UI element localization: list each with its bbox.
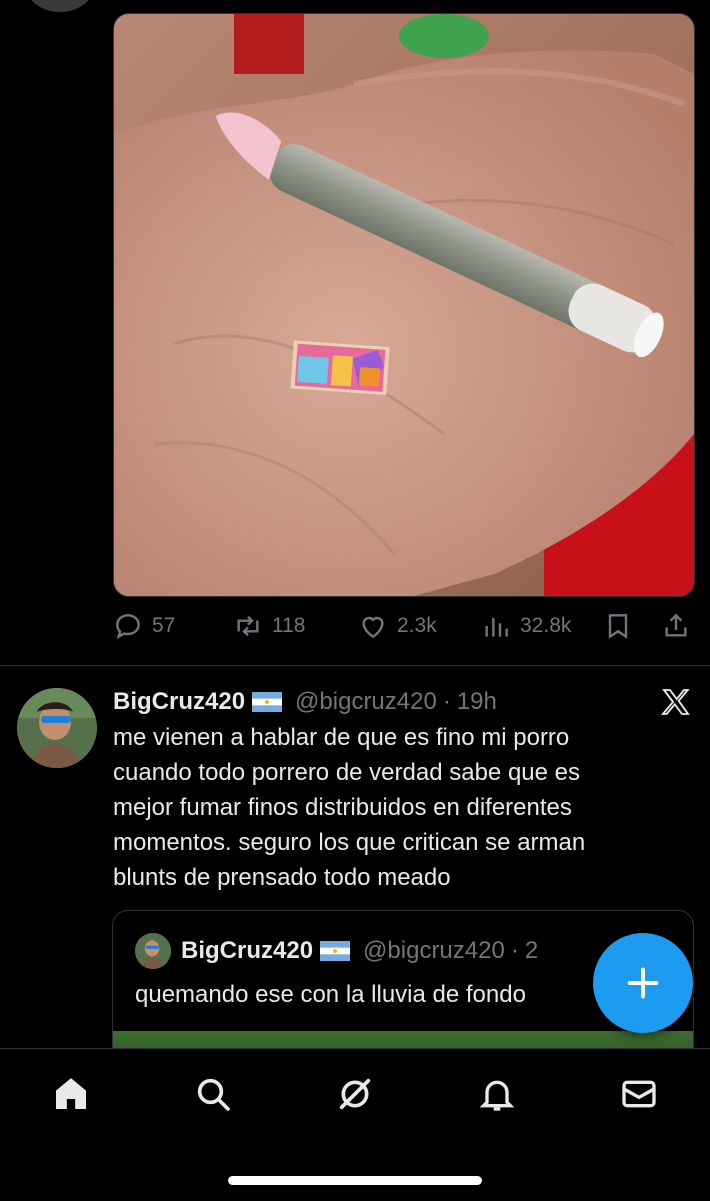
- home-icon: [56, 1078, 86, 1109]
- quote-header: BigCruz420 @bigcruz420 · 2: [181, 933, 538, 969]
- reply-icon: [116, 614, 140, 640]
- bookmark-icon: [608, 614, 628, 639]
- share-button[interactable]: [660, 604, 692, 648]
- quote-handle: @bigcruz420: [363, 937, 505, 964]
- tweet-text-line: blunts de prensado todo meado: [113, 864, 451, 891]
- reply-count: 57: [152, 614, 176, 637]
- tweet-header: BigCruz420 @bigcruz420 · 19h: [113, 684, 497, 720]
- tweet-text: me vienen a hablar de que es fino mi por…: [113, 720, 698, 895]
- bookmark-button[interactable]: [602, 604, 634, 648]
- timestamp[interactable]: 19h: [457, 688, 497, 716]
- avatar[interactable]: [17, 688, 97, 768]
- repost-button[interactable]: 118: [232, 604, 305, 648]
- quote-display-name: BigCruz420: [181, 937, 314, 964]
- nav-home[interactable]: [47, 1070, 95, 1118]
- tweet-text-line: mejor fumar finos distribuidos en difere…: [113, 794, 572, 821]
- argentina-flag-icon: [252, 692, 283, 712]
- divider: [0, 665, 710, 666]
- nav-messages[interactable]: [615, 1070, 663, 1118]
- compose-button[interactable]: [593, 933, 693, 1033]
- repost-count: 118: [272, 614, 306, 637]
- tweet-text-line: cuando todo porrero de verdad sabe que e…: [113, 759, 581, 786]
- tweet-actions: 57 118 2.3k 32.8k: [112, 604, 697, 648]
- handle[interactable]: @bigcruz420: [295, 688, 437, 716]
- separator-dot: ·: [442, 688, 451, 715]
- like-count: 2.3k: [397, 614, 437, 637]
- previous-avatar[interactable]: [26, 0, 94, 12]
- nav-notifications[interactable]: [473, 1070, 521, 1118]
- plus-icon: [627, 967, 659, 999]
- nav-grok[interactable]: [331, 1070, 379, 1118]
- display-name[interactable]: BigCruz420: [113, 688, 245, 716]
- separator-dot: ·: [510, 937, 519, 964]
- grok-icon: [339, 1078, 371, 1110]
- views-button[interactable]: 32.8k: [480, 604, 571, 648]
- quote-avatar: [135, 933, 171, 969]
- quote-text: quemando ese con la lluvia de fondo: [135, 981, 526, 1008]
- bell-icon: [479, 1080, 515, 1111]
- repost-icon: [237, 615, 259, 637]
- x-logo-icon[interactable]: [660, 686, 692, 718]
- heart-icon: [362, 616, 384, 639]
- argentina-flag-icon: [320, 941, 351, 961]
- home-indicator[interactable]: [228, 1176, 482, 1185]
- nav-search[interactable]: [189, 1070, 237, 1118]
- views-count: 32.8k: [520, 614, 572, 637]
- views-icon: [485, 618, 508, 637]
- tweet-text-line: momentos. seguro los que critican se arm…: [113, 829, 586, 856]
- tweet-photo[interactable]: [113, 13, 695, 597]
- quote-timestamp: 2: [524, 937, 539, 964]
- search-icon: [197, 1078, 230, 1111]
- share-icon: [665, 613, 687, 637]
- tweet-text-line: me vienen a hablar de que es fino mi por…: [113, 724, 570, 751]
- reply-button[interactable]: 57: [112, 604, 175, 648]
- mail-icon: [622, 1080, 656, 1108]
- like-button[interactable]: 2.3k: [357, 604, 437, 648]
